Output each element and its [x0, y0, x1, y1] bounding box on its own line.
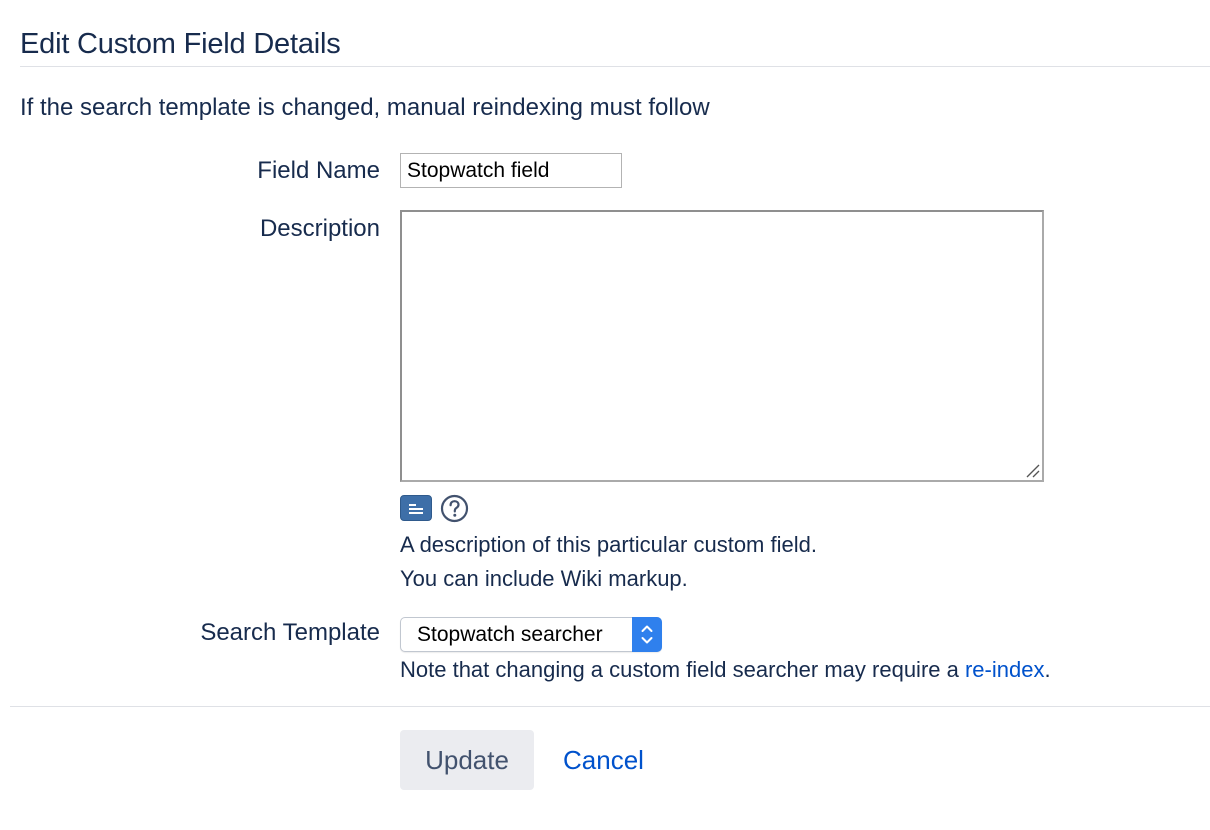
description-help-line-1: A description of this particular custom …	[400, 532, 817, 557]
cancel-link[interactable]: Cancel	[563, 745, 644, 776]
search-template-selected-value: Stopwatch searcher	[417, 623, 603, 646]
search-template-select[interactable]: Stopwatch searcher	[400, 617, 662, 652]
field-name-input[interactable]	[400, 153, 622, 188]
resize-grip-icon[interactable]	[1024, 462, 1040, 478]
searcher-note-suffix: .	[1044, 657, 1051, 682]
description-help-line-2: You can include Wiki markup.	[400, 566, 688, 591]
searcher-change-note: Note that changing a custom field search…	[400, 657, 1051, 683]
title-divider	[20, 66, 1210, 67]
chevron-up-down-icon	[641, 625, 653, 644]
description-textarea[interactable]	[400, 210, 1044, 482]
wiki-markup-icon[interactable]	[400, 495, 432, 521]
edit-custom-field-page: Edit Custom Field Details If the search …	[0, 0, 1210, 830]
re-index-link[interactable]: re-index	[965, 657, 1044, 682]
form-footer-divider	[10, 706, 1210, 707]
search-template-label: Search Template	[200, 619, 380, 646]
wiki-markup-glyph-icon	[409, 504, 423, 514]
field-name-label: Field Name	[257, 157, 380, 184]
question-circle-icon[interactable]	[440, 494, 469, 523]
description-label: Description	[259, 215, 380, 242]
searcher-note-text: Note that changing a custom field search…	[400, 657, 965, 682]
reindex-warning-text: If the search template is changed, manua…	[20, 94, 710, 121]
select-stepper-arrows	[632, 617, 662, 652]
page-title: Edit Custom Field Details	[20, 28, 341, 60]
update-button[interactable]: Update	[400, 730, 534, 790]
